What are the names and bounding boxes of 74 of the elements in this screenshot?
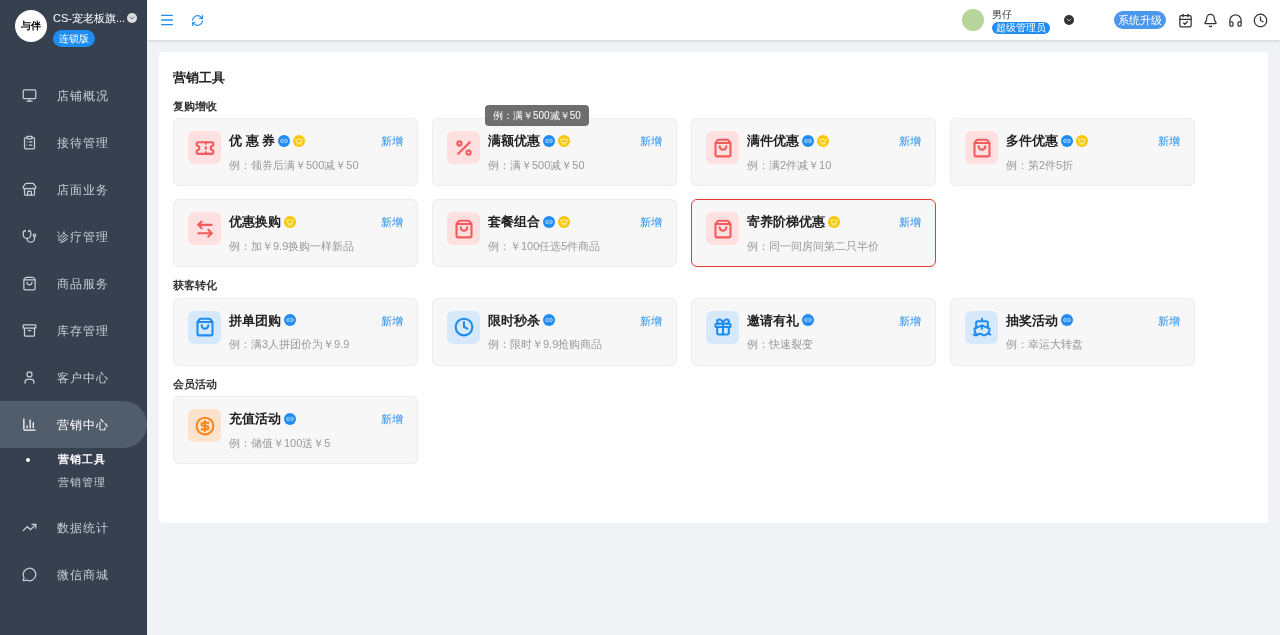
clock-icon[interactable] <box>1253 12 1268 28</box>
refresh-icon[interactable] <box>191 13 204 27</box>
tool-example: 例：满3人拼团价为￥9.9 <box>229 337 351 352</box>
tool-example: 例：第2件5折 <box>1006 157 1075 173</box>
section-title: 复购增收 <box>173 98 218 114</box>
store-name: CS-宠老板旗... <box>53 11 126 26</box>
sidebar-subitem[interactable]: 营销工具 <box>0 448 147 471</box>
tool-card[interactable]: 多件优惠 例：第2件5折 新增 <box>950 118 1195 186</box>
calendar-icon[interactable] <box>1178 12 1193 28</box>
sidebar-item[interactable]: 诊疗管理 <box>0 213 147 260</box>
tool-card[interactable]: 套餐组合 例：￥100任选5件商品 新增 <box>432 199 677 267</box>
logo-text: 与伴 <box>21 21 41 31</box>
headset-icon[interactable] <box>1228 12 1243 28</box>
bag-icon <box>22 276 37 291</box>
tool-title: 充值活动 <box>229 410 281 428</box>
dropdown-icon[interactable] <box>127 13 138 24</box>
tool-example: 例：幸运大转盘 <box>1006 337 1084 352</box>
tool-card[interactable]: 拼单团购 例：满3人拼团价为￥9.9 新增 <box>173 297 418 366</box>
tool-example: 例：满2件减￥10 <box>747 157 833 173</box>
sidebar-item[interactable]: 库存管理 <box>0 307 147 354</box>
chart-icon <box>22 417 37 432</box>
bell-icon[interactable] <box>1203 12 1218 28</box>
tool-example: 例：快速裂变 <box>747 337 814 352</box>
tooltip: 例：满￥500减￥50 <box>485 105 589 126</box>
tool-card[interactable]: 满件优惠 例：满2件减￥10 新增 <box>691 118 936 186</box>
user-icon <box>22 370 37 385</box>
tool-card[interactable]: 寄养阶梯优惠 例：同一间房间第二只半价 新增 <box>691 199 936 267</box>
tool-title: 满额优惠 <box>488 132 540 150</box>
tool-title: 多件优惠 <box>1006 132 1058 150</box>
sidebar-item[interactable]: 数据统计 <box>0 504 147 551</box>
role-badge: 超级管理员 <box>992 21 1050 34</box>
sidebar-item[interactable]: 商品服务 <box>0 260 147 307</box>
page-title: 营销工具 <box>173 69 226 87</box>
clipboard-icon <box>22 135 37 150</box>
tool-card[interactable]: 邀请有礼 例：快速裂变 新增 <box>691 297 936 366</box>
tool-title: 抽奖活动 <box>1006 311 1058 330</box>
dropdown-icon[interactable] <box>1064 15 1074 25</box>
tool-card[interactable]: 充值活动 例：储值￥100送￥5 新增 <box>173 396 418 464</box>
tool-example: 例：同一间房间第二只半价 <box>747 238 880 254</box>
tool-example: 例：限时￥9.9抢购商品 <box>488 337 604 352</box>
tool-title: 拼单团购 <box>229 311 281 330</box>
tool-example: 例：领券后满￥500减￥50 <box>229 157 360 173</box>
box-icon <box>22 323 37 338</box>
tool-title: 限时秒杀 <box>488 311 540 330</box>
tool-card[interactable]: 抽奖活动 例：幸运大转盘 新增 <box>950 297 1195 366</box>
tool-title: 优 惠 券 <box>229 132 276 150</box>
sidebar-item[interactable]: 客户中心 <box>0 354 147 401</box>
tool-example: 例：储值￥100送￥5 <box>229 435 332 451</box>
monitor-icon <box>22 88 37 103</box>
sidebar-item[interactable]: 店铺概况 <box>0 72 147 119</box>
sidebar-subitem[interactable]: 营销管理 <box>0 471 147 494</box>
sidebar-item[interactable]: 微信商城 <box>0 551 147 598</box>
tool-title: 套餐组合 <box>488 213 540 231</box>
sidebar-item[interactable]: 店面业务 <box>0 166 147 213</box>
store-icon <box>22 182 37 197</box>
user-name: 男仔 <box>992 7 1012 22</box>
tool-card[interactable]: 限时秒杀 例：限时￥9.9抢购商品 新增 <box>432 297 677 366</box>
menu-icon[interactable] <box>159 12 175 28</box>
sidebar-item[interactable]: 接待管理 <box>0 119 147 166</box>
edition-badge: 连锁版 <box>53 29 95 47</box>
tool-card[interactable]: 优 惠 券 例：领券后满￥500减￥50 新增 <box>173 118 418 186</box>
tool-example: 例：加￥9.9换购一样新品 <box>229 238 356 254</box>
tool-card[interactable]: 优惠换购 例：加￥9.9换购一样新品 新增 <box>173 199 418 267</box>
tool-example: 例：￥100任选5件商品 <box>488 238 602 254</box>
tool-title: 邀请有礼 <box>747 311 799 330</box>
chat-icon <box>22 567 37 582</box>
section-title: 会员活动 <box>173 376 218 392</box>
stethoscope-icon <box>22 229 37 244</box>
tool-title: 优惠换购 <box>229 213 281 231</box>
tool-title: 满件优惠 <box>747 132 799 150</box>
sidebar-item[interactable]: 营销中心 <box>0 401 147 448</box>
tool-example: 例：满￥500减￥50 <box>488 157 586 173</box>
tool-title: 寄养阶梯优惠 <box>747 213 825 231</box>
section-title: 获客转化 <box>173 278 218 293</box>
